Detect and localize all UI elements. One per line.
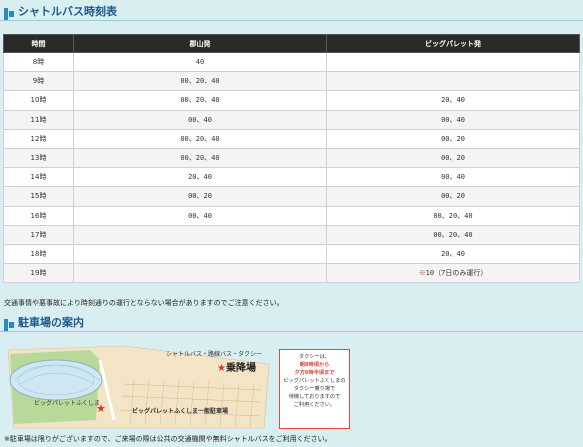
cell-bigpalette-departures: 00、20	[326, 186, 580, 207]
cell-koriyama-departures	[73, 243, 327, 265]
cell-hour: 15時	[3, 186, 74, 207]
cell-hour: 18時	[3, 243, 74, 265]
cell-koriyama-departures: 40	[73, 51, 327, 73]
table-row: 12時 00、20、40 00、20	[3, 128, 580, 149]
cell-text: 10（7日のみ運行）	[425, 269, 488, 278]
cell-koriyama-departures	[73, 263, 327, 284]
table-row: 14時 20、40 00、40	[3, 167, 580, 188]
cell-bigpalette-departures: 00、20	[326, 147, 580, 169]
parking-section-title: 駐車場の案内	[18, 315, 84, 329]
cell-koriyama-departures: 00、20、40	[73, 147, 327, 169]
cell-hour: 17時	[3, 224, 74, 245]
cell-hour: 10時	[3, 90, 74, 111]
cell-bigpalette-departures: ※10（7日のみ運行）	[326, 263, 580, 284]
heading-marker-icon	[4, 316, 14, 331]
venue-label: ビッグパレットふくしま	[34, 400, 101, 407]
boarding-area-label: ★乗降場	[217, 359, 256, 374]
heading-marker-icon	[4, 5, 14, 20]
timetable-section-header: シャトルバス時刻表	[0, 1, 583, 21]
cell-bigpalette-departures: 00、20	[326, 128, 580, 149]
cell-bigpalette-departures: 00、40	[326, 109, 580, 130]
cell-koriyama-departures	[73, 224, 327, 245]
cell-hour: 8時	[3, 51, 74, 73]
cell-koriyama-departures: 20、40	[73, 167, 327, 188]
table-row: 15時 00、20 00、20	[3, 186, 580, 207]
cell-koriyama-departures: 00、40	[73, 205, 327, 226]
col-header-hour: 時間	[3, 34, 74, 53]
table-row: 11時 00、40 00、40	[3, 109, 580, 130]
cell-hour: 9時	[3, 71, 74, 92]
taxi-line-7: ご利用ください。	[293, 402, 336, 408]
cell-bigpalette-departures: 00、20、40	[326, 205, 580, 226]
boarding-label: 乗降場	[225, 363, 256, 374]
table-row: 9時 00、20、40	[3, 71, 580, 92]
taxi-line-6: 待機しておりますので	[288, 394, 341, 400]
general-parking-label: ビッグパレットふくしま一般駐車場	[132, 408, 229, 415]
taxi-line-1: タクシーは、	[298, 354, 331, 360]
cell-hour: 11時	[3, 109, 74, 130]
parking-note: ※駐車場は限りがございますので、ご来場の際は公共の交通機関や無料シャトルバスをご…	[4, 435, 332, 443]
cell-bigpalette-departures: 20、40	[326, 243, 580, 265]
bus-types-label: シャトルバス・路線バス・タクシー	[166, 351, 263, 358]
cell-koriyama-departures: 00、40	[73, 109, 327, 130]
taxi-line-2: 朝8時頃から	[299, 362, 330, 368]
cell-hour: 14時	[3, 167, 74, 188]
col-header-koriyama: 郡山発	[73, 34, 327, 53]
table-row: 18時 20、40	[3, 243, 580, 265]
cell-koriyama-departures: 00、20	[73, 186, 327, 207]
cell-koriyama-departures: 00、20、40	[73, 71, 327, 92]
taxi-line-5: タクシー乗り場で	[293, 386, 336, 392]
taxi-info-box: タクシーは、 朝8時頃から 夕方6時半頃まで ビッグパレットふくしまの タクシー…	[279, 349, 350, 429]
cell-koriyama-departures: 00、20、40	[73, 128, 327, 149]
taxi-line-3: 夕方6時半頃まで	[294, 370, 335, 376]
table-row: 17時 00、20、40	[3, 224, 580, 245]
table-header-row: 時間 郡山発 ビッグパレット発	[3, 34, 580, 53]
boarding-star-icon: ★	[217, 363, 226, 374]
table-row: 13時 00、20、40 00、20	[3, 147, 580, 169]
cell-bigpalette-departures: 20、40	[326, 90, 580, 111]
cell-hour: 19時	[3, 263, 74, 284]
page-title: シャトルバス時刻表	[18, 4, 117, 18]
taxi-line-4: ビッグパレットふくしまの	[283, 378, 346, 384]
cell-hour: 16時	[3, 205, 74, 226]
col-header-bigpalette: ビッグパレット発	[326, 34, 580, 53]
table-row: 8時 40	[3, 51, 580, 73]
cell-hour: 12時	[3, 128, 74, 149]
parking-map: ★ シャトルバス・路線バス・タクシー ★乗降場 ビッグパレットふくしま ビッグパ…	[4, 340, 579, 432]
note-mark: ※	[418, 269, 426, 278]
shuttle-timetable: 時間 郡山発 ビッグパレット発 8時 40 9時 00、20、40 10時 00、20、4…	[3, 34, 580, 284]
parking-section-header: 駐車場の案内	[0, 312, 583, 332]
traffic-note: 交通事情や悪事故により時刻通りの運行とならない場合がありますのでご注意ください。	[4, 299, 284, 307]
table-row: 10時 00、20、40 20、40	[3, 90, 580, 111]
table-row: 19時 ※10（7日のみ運行）	[3, 263, 580, 284]
cell-hour: 13時	[3, 147, 74, 169]
cell-koriyama-departures: 00、20、40	[73, 90, 327, 111]
cell-bigpalette-departures: 00、40	[326, 167, 580, 188]
cell-bigpalette-departures	[326, 51, 580, 73]
cell-bigpalette-departures: 00、20、40	[326, 224, 580, 245]
table-row: 16時 00、40 00、20、40	[3, 205, 580, 226]
cell-bigpalette-departures	[326, 71, 580, 92]
